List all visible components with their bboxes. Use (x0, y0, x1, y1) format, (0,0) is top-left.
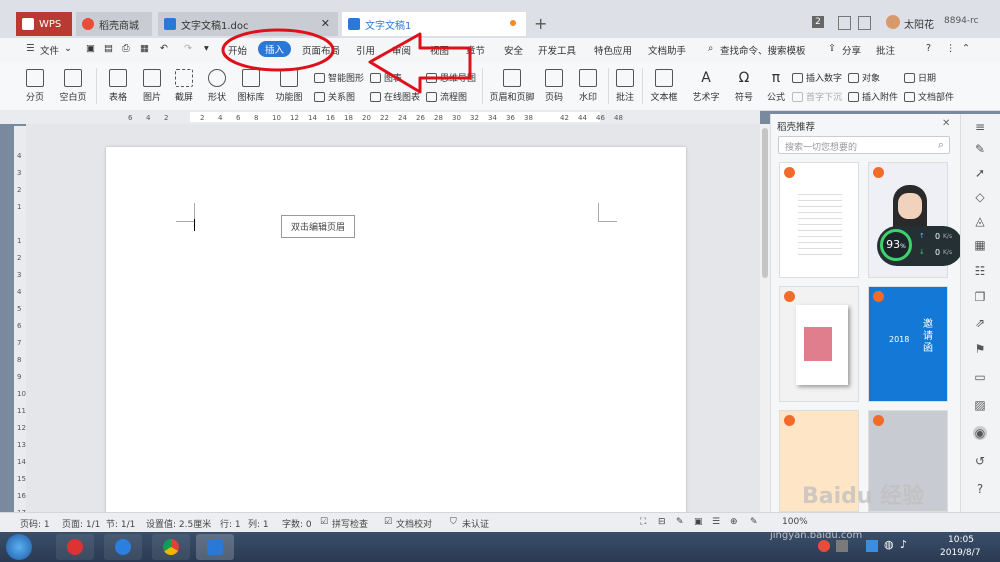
baidu-watermark-url: jingyan.baidu.com (770, 530, 863, 541)
baidu-watermark: Baidu 经验 (802, 484, 925, 509)
red-arrow-annotation (368, 32, 472, 94)
red-circle-annotation (221, 28, 335, 72)
